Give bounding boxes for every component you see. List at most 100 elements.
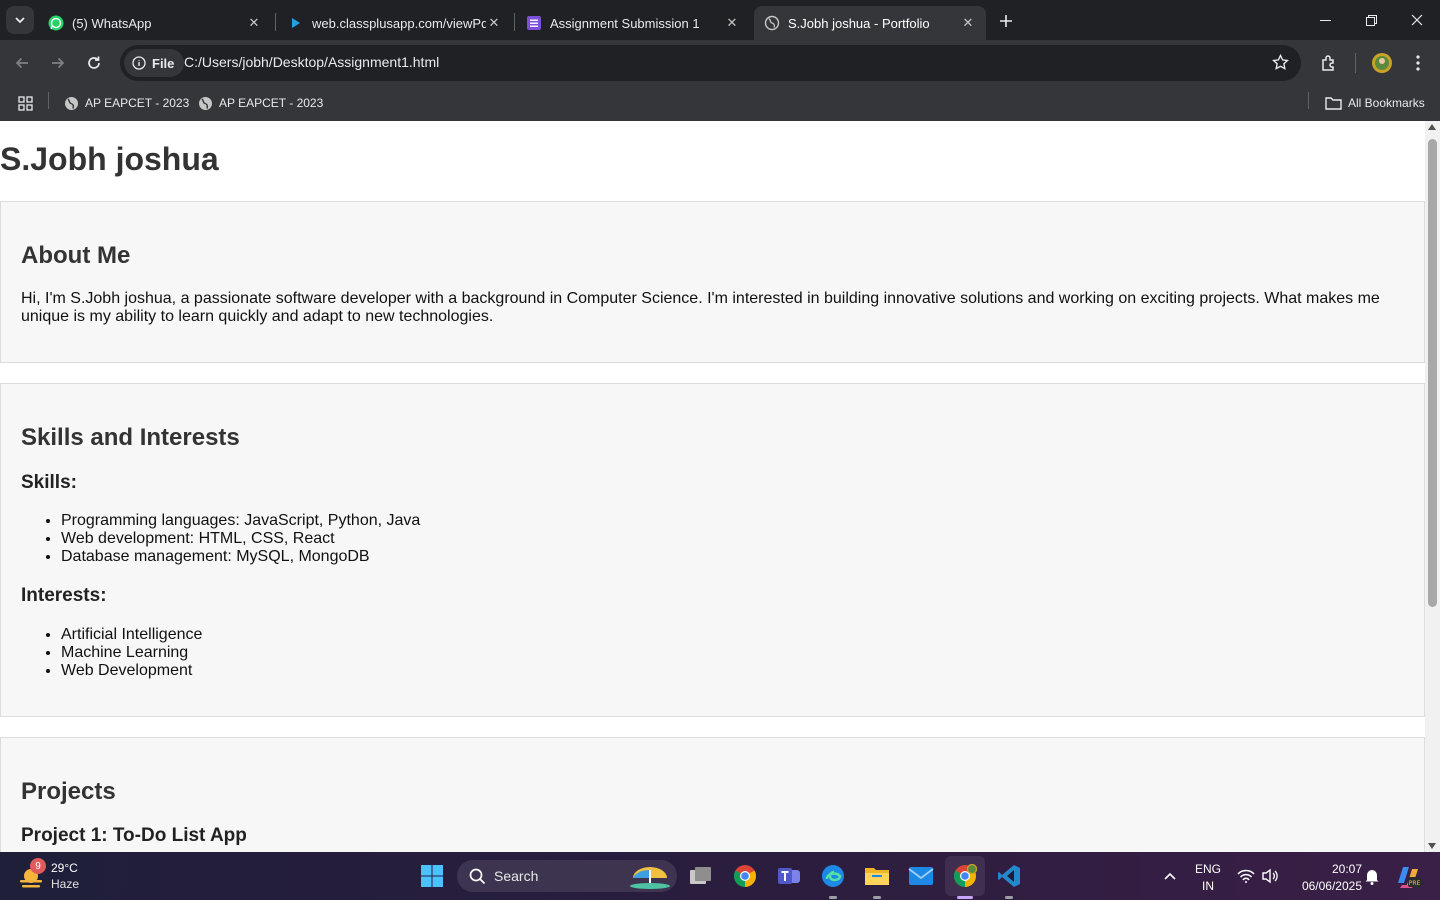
bookmark-separator: [48, 92, 49, 109]
list-item: Database management: MySQL, MongoDB: [61, 548, 420, 566]
close-icon[interactable]: ✕: [960, 15, 976, 31]
tab-title: (5) WhatsApp: [72, 15, 152, 31]
close-window-button[interactable]: [1394, 0, 1440, 40]
page-viewport: S.Jobh joshua About Me Hi, I'm S.Jobh jo…: [0, 121, 1440, 852]
arrow-left-icon: [15, 57, 28, 69]
mail-taskbar-icon[interactable]: [905, 860, 937, 892]
bookmark-item[interactable]: AP EAPCET - 2023: [64, 92, 189, 114]
info-icon: [132, 56, 146, 70]
chevron-down-icon: [15, 17, 25, 24]
tab-portfolio[interactable]: S.Jobh joshua - Portfolio ✕: [754, 6, 986, 40]
volume-button[interactable]: [1254, 860, 1286, 892]
bookmarks-bar: AP EAPCET - 2023 AP EAPCET - 2023 All Bo…: [0, 86, 1440, 121]
folder-icon: [1325, 97, 1342, 110]
whatsapp-icon: [48, 15, 64, 31]
globe-icon: [199, 96, 212, 110]
site-info-chip[interactable]: File: [124, 49, 185, 77]
weather-condition: Haze: [51, 877, 80, 891]
close-icon[interactable]: ✕: [246, 15, 262, 31]
classplus-icon: [288, 15, 304, 31]
notification-badge: 9: [30, 858, 46, 874]
browser-toolbar: File C:/Users/jobh/Desktop/Assignment1.h…: [0, 40, 1440, 86]
bookmark-item[interactable]: AP EAPCET - 2023: [198, 92, 323, 114]
reload-button[interactable]: [78, 47, 110, 79]
task-view-icon: [690, 867, 711, 884]
profile-avatar[interactable]: [1370, 51, 1394, 75]
close-icon: [1411, 14, 1423, 26]
start-button[interactable]: [416, 860, 448, 892]
task-view-button[interactable]: [685, 860, 717, 892]
restore-button[interactable]: [1348, 0, 1394, 40]
about-heading: About Me: [21, 242, 131, 269]
language-indicator[interactable]: ENG IN: [1188, 862, 1228, 893]
globe-icon: [65, 96, 78, 110]
page-scrollbar[interactable]: [1425, 121, 1440, 852]
mail-icon: [908, 867, 934, 885]
close-icon[interactable]: ✕: [724, 15, 740, 31]
tab-assignment[interactable]: Assignment Submission 1 ✕: [516, 6, 750, 40]
running-indicator: [829, 896, 837, 899]
teams-taskbar-icon[interactable]: [773, 860, 805, 892]
tab-search-button[interactable]: [6, 6, 34, 34]
about-section: About Me Hi, I'm S.Jobh joshua, a passio…: [0, 201, 1425, 363]
running-indicator: [873, 896, 881, 899]
tab-title: Assignment Submission 1: [550, 15, 700, 31]
list-item: Artificial Intelligence: [61, 626, 202, 644]
notifications-button[interactable]: [1356, 860, 1388, 892]
all-bookmarks-button[interactable]: All Bookmarks: [1325, 92, 1425, 114]
windows-icon: [421, 865, 443, 887]
file-explorer-taskbar-icon[interactable]: [861, 860, 893, 892]
copilot-button[interactable]: PRE: [1392, 860, 1424, 892]
scroll-down-arrow-icon[interactable]: [1428, 843, 1436, 849]
region-code: IN: [1202, 879, 1214, 893]
about-text: Hi, I'm S.Jobh joshua, a passionate soft…: [21, 290, 1380, 325]
apps-button[interactable]: [18, 92, 39, 114]
project-title: Project 1: To-Do List App: [21, 825, 247, 846]
weather-widget[interactable]: 9 29°C Haze: [14, 858, 94, 894]
extensions-icon[interactable]: [1317, 51, 1341, 75]
forward-button[interactable]: [42, 47, 74, 79]
active-indicator: [957, 896, 973, 899]
chrome-taskbar-icon[interactable]: [729, 860, 761, 892]
skills-interests-heading: Skills and Interests: [21, 424, 240, 451]
windows-taskbar: 9 29°C Haze Search ENG IN 20:07 06/06/20…: [0, 852, 1440, 900]
edge-taskbar-icon[interactable]: [817, 860, 849, 892]
scrollbar-thumb[interactable]: [1428, 139, 1437, 607]
close-icon[interactable]: ✕: [486, 15, 502, 31]
search-highlight-icon: [630, 867, 670, 889]
list-item: Machine Learning: [61, 644, 202, 662]
chrome-icon: [954, 864, 977, 887]
tab-whatsapp[interactable]: (5) WhatsApp ✕: [38, 6, 272, 40]
reload-icon: [88, 56, 100, 69]
all-bookmarks-label: All Bookmarks: [1348, 96, 1425, 110]
toolbar-divider: [1355, 53, 1356, 73]
tab-separator: [275, 13, 276, 31]
svg-text:PRE: PRE: [1409, 880, 1421, 887]
minimize-icon: [1319, 19, 1331, 21]
taskbar-search[interactable]: Search: [457, 860, 677, 892]
scroll-up-arrow-icon[interactable]: [1428, 124, 1436, 130]
tab-separator: [514, 13, 515, 31]
minimize-button[interactable]: [1302, 0, 1348, 40]
vscode-taskbar-icon[interactable]: [993, 860, 1025, 892]
clock[interactable]: 20:07 06/06/2025: [1290, 862, 1362, 893]
bookmark-star-icon[interactable]: [1272, 53, 1289, 76]
list-item: Programming languages: JavaScript, Pytho…: [61, 512, 420, 530]
list-item: Web development: HTML, CSS, React: [61, 530, 420, 548]
new-tab-button[interactable]: [994, 9, 1018, 33]
chrome-icon: [734, 865, 756, 887]
url-text[interactable]: C:/Users/jobh/Desktop/Assignment1.html: [184, 54, 439, 70]
back-button[interactable]: [6, 47, 38, 79]
show-hidden-icons-button[interactable]: [1154, 860, 1186, 892]
more-menu-icon[interactable]: [1406, 51, 1430, 75]
chevron-up-icon: [1164, 872, 1176, 880]
forms-icon: [526, 15, 542, 31]
page-title: S.Jobh joshua: [0, 141, 219, 177]
vscode-icon: [998, 865, 1020, 887]
copilot-icon: PRE: [1398, 867, 1421, 888]
projects-heading: Projects: [21, 778, 116, 805]
chrome-profile-taskbar-icon[interactable]: [949, 860, 981, 892]
tab-classplus[interactable]: web.classplusapp.com/viewPdf ✕: [278, 6, 512, 40]
skills-heading: Skills:: [21, 472, 77, 493]
address-bar[interactable]: File C:/Users/jobh/Desktop/Assignment1.h…: [120, 45, 1301, 81]
